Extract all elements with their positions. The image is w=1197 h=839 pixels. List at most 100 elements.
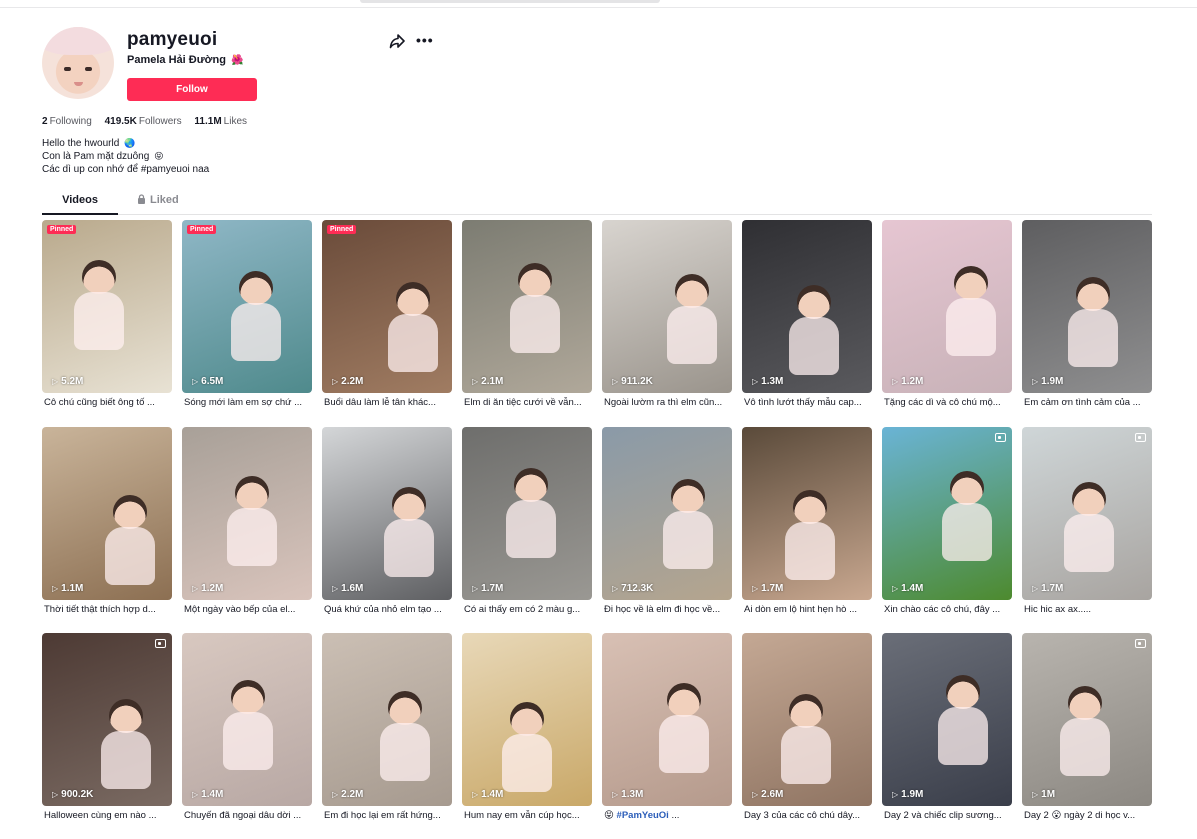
view-count: ▷ 1.6M	[332, 583, 363, 594]
play-icon: ▷	[892, 583, 899, 593]
bio-line-text: Con là Pam mặt dzuông	[42, 151, 150, 162]
view-count-value: 1.2M	[201, 582, 224, 594]
avatar-hat	[42, 27, 114, 55]
video-caption[interactable]: Cô chú cũng biết ông tố ...	[44, 397, 172, 408]
thumbnail-figure-head	[82, 260, 116, 294]
thumbnail-figure-body	[938, 707, 988, 765]
video-thumbnail[interactable]: ▷ 1.6M	[322, 426, 452, 600]
thumbnail-figure-body	[1064, 513, 1114, 572]
profile-tabs: Videos Liked	[42, 192, 1152, 215]
video-thumbnail[interactable]: ▷ 1.4M	[462, 633, 592, 806]
video-caption[interactable]: Em đi học lại em rất hứng...	[324, 810, 452, 821]
video-caption[interactable]: Có ai thấy em có 2 màu g...	[464, 604, 592, 615]
play-icon: ▷	[332, 583, 339, 593]
video-thumbnail[interactable]: Pinned ▷ 5.2M	[42, 220, 172, 393]
tongue-emoji-icon: 😝	[154, 151, 164, 161]
avatar[interactable]	[42, 27, 114, 99]
thumbnail-figure-body	[74, 292, 124, 350]
thumbnail-figure-body	[667, 306, 717, 364]
play-icon: ▷	[612, 790, 619, 799]
video-caption[interactable]: Day 3 của các cô chú dây...	[744, 810, 872, 821]
play-icon: ▷	[192, 790, 199, 799]
view-count: ▷ 900.2K	[52, 789, 93, 800]
flower-icon: 🌺	[231, 55, 244, 66]
video-thumbnail[interactable]: ▷ 1.2M	[882, 220, 1012, 393]
video-caption[interactable]: Hum nay em vẫn cúp học...	[464, 810, 592, 821]
video-thumbnail[interactable]: ▷ 2.2M	[322, 633, 452, 806]
video-thumbnail[interactable]: ▷ 2.6M	[742, 633, 872, 806]
video-thumbnail[interactable]: Pinned ▷ 6.5M	[182, 220, 312, 393]
share-icon[interactable]	[389, 33, 405, 49]
video-caption[interactable]: Elm di ăn tiệc cưới về vẫn...	[464, 397, 592, 408]
video-caption[interactable]: Em cảm ơn tình cảm của ...	[1024, 397, 1152, 408]
thumbnail-figure-head	[1072, 481, 1106, 516]
thumbnail-figure-body	[510, 295, 560, 353]
view-count: ▷ 712.3K	[612, 583, 653, 594]
view-count-value: 1.9M	[1041, 376, 1064, 387]
video-thumbnail[interactable]: ▷ 2.1M	[462, 220, 592, 393]
video-thumbnail[interactable]: ▷ 1.7M	[462, 426, 592, 600]
more-options-icon[interactable]: •••	[416, 32, 434, 48]
video-caption[interactable]: Xin chào các cô chú, đây ...	[884, 604, 1012, 615]
video-caption[interactable]: Halloween cùng em nào ...	[44, 810, 172, 821]
video-caption[interactable]: Tặng các dì và cô chú mộ...	[884, 397, 1012, 408]
thumbnail-figure-head	[392, 486, 426, 521]
thumbnail-figure-body	[502, 734, 552, 792]
play-icon: ▷	[892, 790, 899, 799]
video-thumbnail[interactable]: ▷ 712.3K	[602, 426, 732, 600]
hashtag-link[interactable]: #PamYeuOi	[617, 810, 669, 821]
video-caption[interactable]: Day 2 😮 ngày 2 di học v...	[1024, 810, 1152, 821]
video-thumbnail[interactable]: Pinned ▷ 2.2M	[322, 220, 452, 393]
video-caption[interactable]: Buổi dâu làm lễ tân khác...	[324, 397, 452, 408]
thumbnail-figure-body	[1068, 309, 1118, 367]
video-thumbnail[interactable]: ▷ 900.2K	[42, 633, 172, 806]
thumbnail-figure-head	[675, 274, 709, 308]
bio-line: Con là Pam mặt dzuông 😝	[42, 150, 209, 163]
video-caption[interactable]: Chuyến đã ngoại dâu dời ...	[184, 810, 312, 821]
video-caption[interactable]: Hic hic ax ax.....	[1024, 604, 1152, 615]
tab-videos[interactable]: Videos	[42, 192, 118, 215]
thumbnail-figure-head	[388, 691, 422, 725]
video-thumbnail[interactable]: ▷ 1.4M	[182, 633, 312, 806]
bio-line-text: Các dì up con nhớ để #pamyeuoi naa	[42, 164, 210, 175]
video-thumbnail[interactable]: ▷ 1.7M	[742, 426, 872, 600]
video-thumbnail[interactable]: ▷ 1.3M	[742, 220, 872, 393]
view-count-value: 1.7M	[481, 582, 504, 594]
view-count: ▷ 1M	[1032, 789, 1055, 800]
view-count-value: 5.2M	[61, 376, 84, 387]
video-caption[interactable]: Vô tình lướt thấy mẫu cap...	[744, 397, 872, 408]
video-thumbnail[interactable]: ▷ 1.2M	[182, 426, 312, 600]
video-caption[interactable]: Ai dòn em lộ hint hẹn hò ...	[744, 604, 872, 615]
thumbnail-figure-body	[659, 715, 709, 773]
video-caption[interactable]: Ngoài lườm ra thì elm cũn...	[604, 397, 732, 408]
followers-label[interactable]: Followers	[139, 116, 182, 127]
following-label[interactable]: Following	[50, 116, 92, 127]
video-thumbnail[interactable]: ▷ 1.4M	[882, 426, 1012, 600]
video-caption[interactable]: Thời tiết thật thích hợp d...	[44, 604, 172, 615]
photo-carousel-icon	[1135, 639, 1146, 648]
video-caption[interactable]: Sóng mới làm em sợ chứ ...	[184, 397, 312, 408]
play-icon: ▷	[752, 377, 759, 386]
video-thumbnail[interactable]: ▷ 1.7M	[1022, 426, 1152, 600]
video-caption[interactable]: Đi học về là elm đi học về...	[604, 604, 732, 615]
tab-liked[interactable]: Liked	[137, 192, 179, 215]
play-icon: ▷	[52, 583, 59, 593]
video-thumbnail[interactable]: ▷ 1.3M	[602, 633, 732, 806]
video-thumbnail[interactable]: ▷ 1M	[1022, 633, 1152, 806]
view-count-value: 1.1M	[61, 582, 84, 594]
bio-line: Hello the hwourld 🌏	[42, 137, 209, 150]
thumbnail-figure-head	[950, 470, 984, 505]
video-caption[interactable]: Quá khứ của nhỏ elm tạo ...	[324, 604, 452, 615]
follow-button[interactable]: Follow	[127, 78, 257, 101]
thumbnail-figure-head	[671, 478, 705, 513]
view-count: ▷ 2.2M	[332, 789, 363, 800]
view-count: ▷ 1.3M	[752, 376, 783, 387]
video-caption[interactable]: 😝 #PamYeuOi ...	[604, 810, 732, 821]
video-caption[interactable]: Một ngày vào bếp của el...	[184, 604, 312, 615]
video-thumbnail[interactable]: ▷ 911.2K	[602, 220, 732, 393]
video-thumbnail[interactable]: ▷ 1.1M	[42, 426, 172, 600]
video-caption[interactable]: Day 2 và chiếc clip sương...	[884, 810, 1012, 821]
pinned-badge: Pinned	[187, 225, 217, 234]
video-thumbnail[interactable]: ▷ 1.9M	[1022, 220, 1152, 393]
video-thumbnail[interactable]: ▷ 1.9M	[882, 633, 1012, 806]
